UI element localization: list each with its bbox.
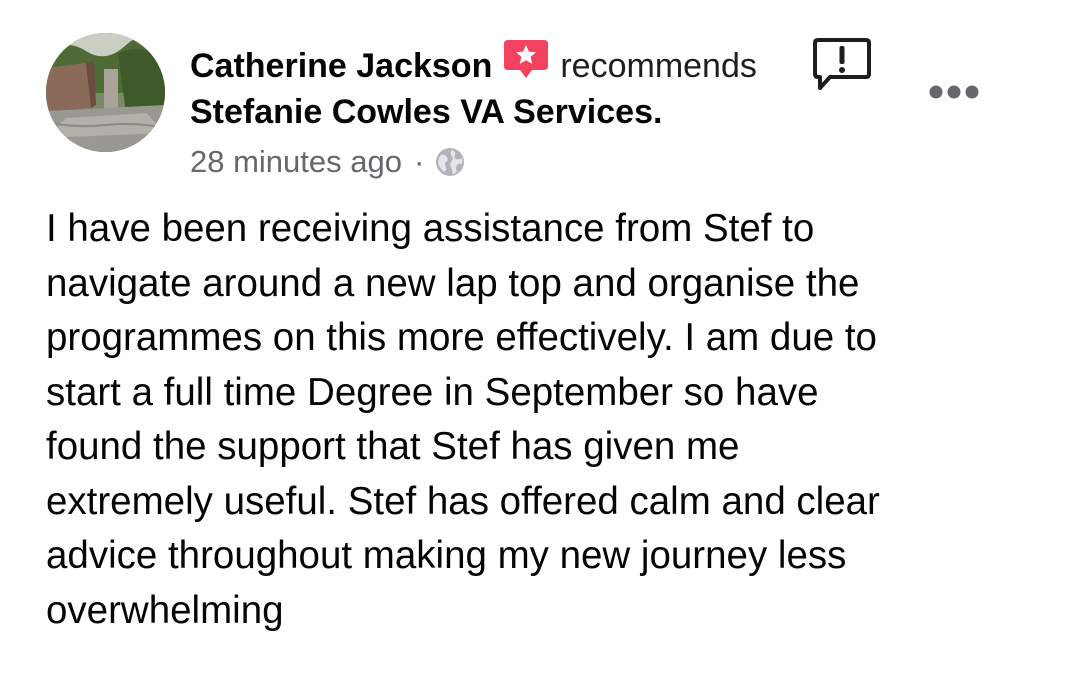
- recommends-label: recommends: [560, 47, 757, 85]
- meta-separator: ·: [413, 144, 425, 179]
- recommendation-line: Catherine Jackson recommends: [190, 40, 790, 88]
- author-avatar[interactable]: [46, 33, 165, 152]
- post-timestamp[interactable]: 28 minutes ago: [190, 142, 402, 182]
- recommend-star-badge-icon: [502, 36, 550, 84]
- recommended-page-name[interactable]: Stefanie Cowles VA Services.: [190, 90, 790, 134]
- more-options-button[interactable]: [926, 80, 982, 104]
- post-meta: 28 minutes ago ·: [190, 142, 790, 182]
- more-options-icon: [929, 85, 979, 99]
- report-exclamation-icon: [813, 38, 871, 90]
- post-header: Catherine Jackson recommends Stefanie Co…: [190, 40, 790, 182]
- post-body: I have been receiving assistance from St…: [46, 207, 880, 632]
- globe-icon[interactable]: [434, 146, 466, 178]
- report-button[interactable]: [812, 36, 872, 94]
- author-name[interactable]: Catherine Jackson: [190, 44, 492, 88]
- avatar-photo: [46, 33, 165, 152]
